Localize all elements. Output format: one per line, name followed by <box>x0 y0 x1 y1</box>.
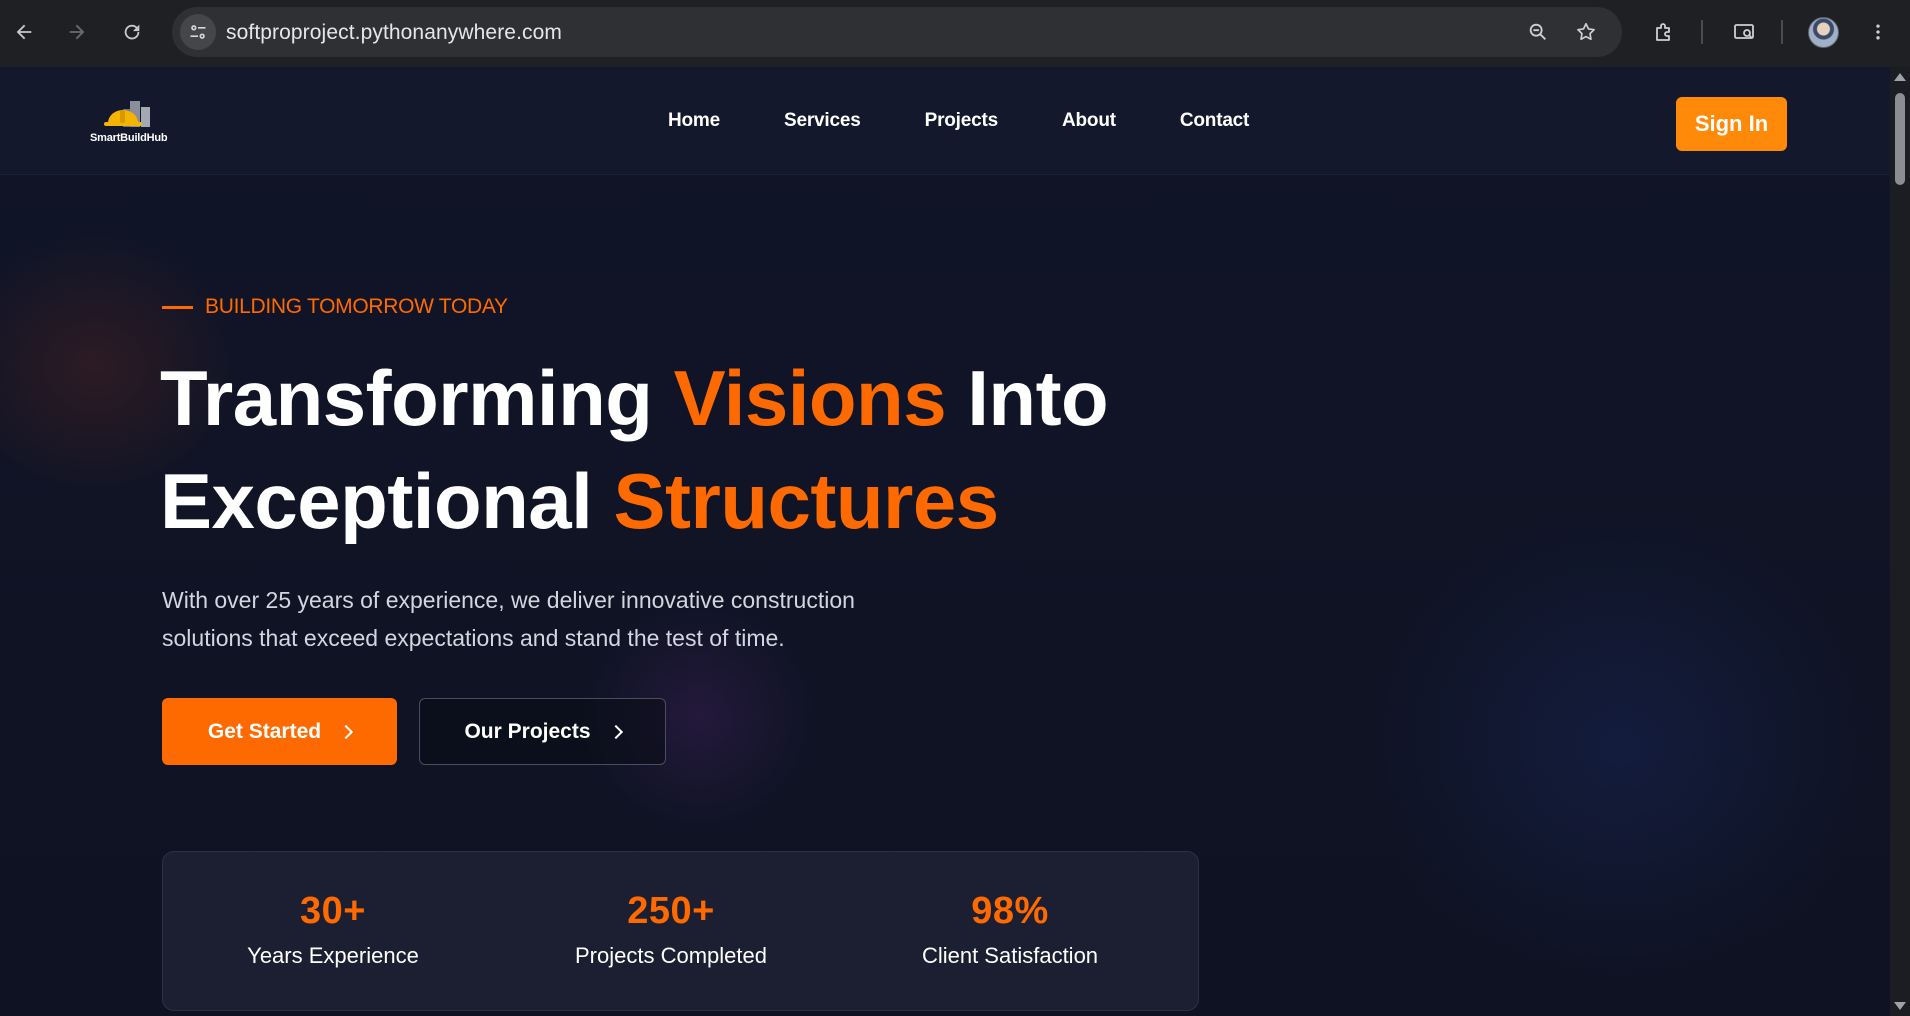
scroll-up-arrow-icon[interactable] <box>1894 73 1906 81</box>
cast-search-icon[interactable] <box>1726 14 1762 50</box>
nav-projects[interactable]: Projects <box>925 110 999 132</box>
stat-value: 98% <box>971 890 1049 932</box>
stat-client-satisfaction: 98% Client Satisfaction <box>840 890 1180 969</box>
headline-part-1: Transforming <box>160 354 674 442</box>
nav-services[interactable]: Services <box>784 110 861 132</box>
stats-card: 30+ Years Experience 250+ Projects Compl… <box>162 851 1199 1011</box>
browser-toolbar: softproproject.pythonanywhere.com <box>0 0 1910 67</box>
zoom-icon[interactable] <box>1524 18 1552 46</box>
forward-arrow-icon[interactable] <box>59 14 95 50</box>
eyebrow-line <box>162 305 193 309</box>
kebab-menu-icon[interactable] <box>1860 14 1896 50</box>
subtext-line-2: solutions that exceed expectations and s… <box>162 625 785 651</box>
stat-label: Years Experience <box>247 943 419 968</box>
stat-label: Projects Completed <box>575 943 767 968</box>
stat-value: 250+ <box>627 890 715 932</box>
headline-part-3: Exceptional <box>160 457 614 545</box>
our-projects-label: Our Projects <box>464 719 591 743</box>
page-scrollbar[interactable] <box>1890 67 1910 1016</box>
chevron-right-icon <box>608 724 623 739</box>
stat-projects-completed: 250+ Projects Completed <box>501 890 841 969</box>
main-nav: Home Services Projects About Contact <box>668 110 1313 132</box>
get-started-label: Get Started <box>207 719 322 743</box>
get-started-button[interactable]: Get Started <box>162 698 397 765</box>
profile-avatar[interactable] <box>1808 17 1839 48</box>
headline-accent-structures: Structures <box>613 457 999 545</box>
hero-subtext: With over 25 years of experience, we del… <box>162 581 922 657</box>
subtext-line-1: With over 25 years of experience, we del… <box>162 587 855 613</box>
logo[interactable]: SmartBuildHub <box>90 95 180 145</box>
stat-value: 30+ <box>300 890 366 932</box>
extensions-icon[interactable] <box>1646 14 1682 50</box>
url-text[interactable]: softproproject.pythonanywhere.com <box>226 21 562 45</box>
address-bar[interactable]: softproproject.pythonanywhere.com <box>172 7 1622 57</box>
chevron-right-icon <box>339 724 354 739</box>
hero-eyebrow: BUILDING TOMORROW TODAY <box>162 295 508 319</box>
page-viewport: SmartBuildHub Home Services Projects Abo… <box>0 67 1890 1016</box>
headline-part-2: Into <box>946 354 1109 442</box>
sign-in-button[interactable]: Sign In <box>1676 97 1787 151</box>
reload-icon[interactable] <box>114 14 150 50</box>
site-header: SmartBuildHub Home Services Projects Abo… <box>0 67 1890 175</box>
our-projects-button[interactable]: Our Projects <box>419 698 666 765</box>
scroll-down-arrow-icon[interactable] <box>1894 1002 1906 1010</box>
site-info-icon[interactable] <box>180 14 216 50</box>
nav-home[interactable]: Home <box>668 110 720 132</box>
eyebrow-text: BUILDING TOMORROW TODAY <box>205 295 508 318</box>
back-arrow-icon[interactable] <box>6 14 42 50</box>
stat-label: Client Satisfaction <box>921 943 1099 968</box>
stat-years-experience: 30+ Years Experience <box>163 890 503 969</box>
nav-contact[interactable]: Contact <box>1180 110 1250 132</box>
hard-hat-buildings-icon <box>104 101 150 127</box>
logo-text: SmartBuildHub <box>90 132 168 144</box>
toolbar-divider <box>1781 20 1783 44</box>
toolbar-divider <box>1701 20 1703 44</box>
bookmark-star-icon[interactable] <box>1572 18 1600 46</box>
scrollbar-thumb[interactable] <box>1895 93 1905 185</box>
headline-accent-visions: Visions <box>673 354 947 442</box>
nav-about[interactable]: About <box>1062 110 1116 132</box>
hero-headline: Transforming Visions Into Exceptional St… <box>160 347 1260 553</box>
